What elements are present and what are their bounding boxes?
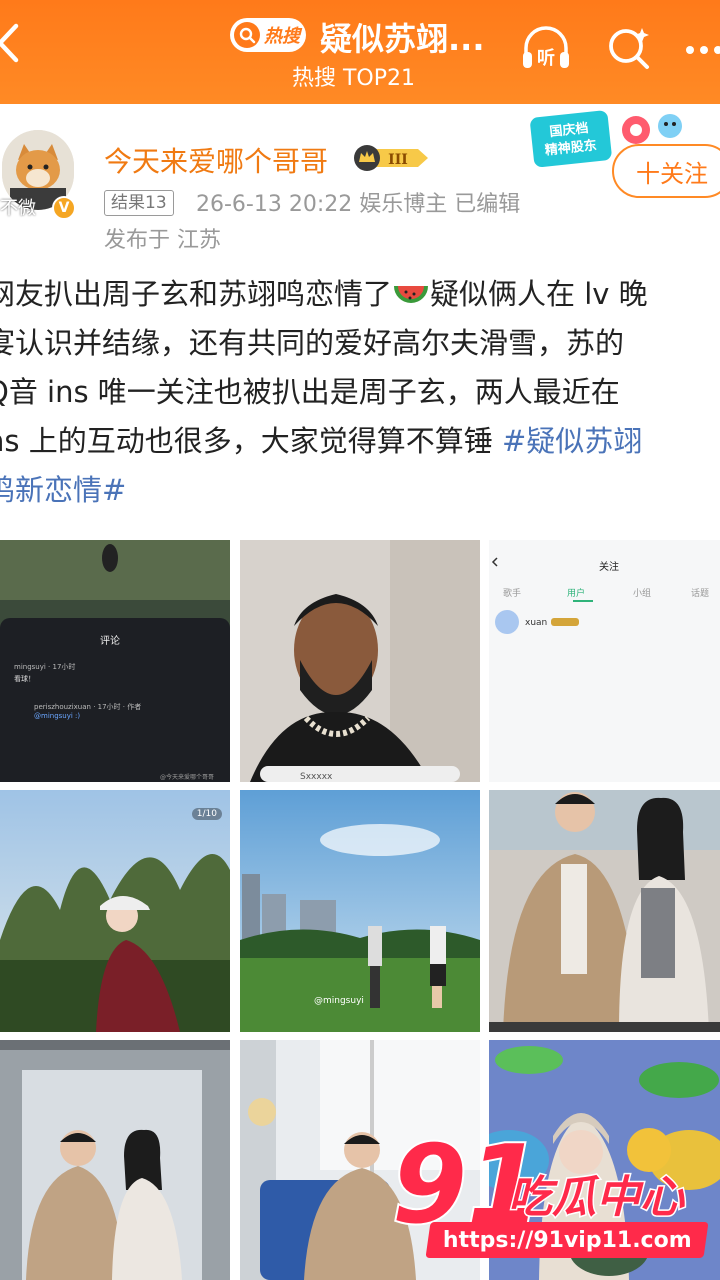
comment-text-1: 看球！: [14, 675, 35, 683]
grid-image-5[interactable]: @mingsuyi: [240, 790, 480, 1032]
hot-search-pill[interactable]: 热搜: [230, 18, 306, 52]
follow-button[interactable]: 十关注: [612, 144, 720, 198]
follow-user-name: xuan: [525, 618, 548, 628]
grid-image-6[interactable]: [489, 790, 720, 1032]
hashtag-link-cont[interactable]: 鸣新恋情#: [0, 473, 126, 507]
avatar-caption: 不微: [0, 198, 36, 219]
back-icon[interactable]: [0, 18, 34, 68]
post-line-2: 宴认识并结缘，还有共同的爱好高尔夫滑雪，苏的: [0, 326, 625, 360]
post-line-4: ns 上的互动也很多，大家觉得算不算锤 #疑似苏翊: [0, 424, 643, 458]
post-text: 网友扒出周子玄和苏翊鸣恋情了 疑似俩人在 lv 晚 宴认识并结缘，还有共同的爱好高…: [0, 270, 720, 515]
hot-label: 热搜: [264, 26, 300, 47]
image-mention-tag: @mingsuyi: [314, 996, 364, 1006]
image-page-indicator: 1/10: [191, 808, 222, 820]
username[interactable]: 今天来爱哪个哥哥: [104, 140, 328, 180]
verified-icon: V: [52, 196, 76, 220]
comment-sheet-title: 评论: [100, 636, 120, 647]
more-icon[interactable]: [684, 20, 720, 76]
listen-icon[interactable]: 听: [518, 20, 574, 76]
post-location: 发布于 江苏: [104, 228, 221, 253]
grid-image-4[interactable]: 1/10: [0, 790, 230, 1032]
level-badge: III: [352, 143, 430, 173]
site-watermark-url: https://91vip11.com: [425, 1222, 709, 1258]
level-text: III: [388, 152, 408, 168]
post-meta: 26-6-13 20:22 娱乐博主 已编辑: [196, 192, 521, 217]
follow-tab-group: 小组: [633, 589, 652, 599]
image-watermark: @今天来爱哪个哥哥: [160, 774, 215, 781]
comment-author-1: mingsuyi · 17小时: [14, 663, 76, 671]
result-tag: 结果13: [104, 190, 174, 216]
grid-image-3[interactable]: 关注 歌手 用户 小组 话题 xuan: [489, 540, 720, 782]
search-ai-icon[interactable]: [602, 20, 658, 76]
hashtag-link[interactable]: #疑似苏翊: [502, 424, 642, 458]
page-title: 疑似苏翊...: [320, 20, 485, 58]
grid-image-7[interactable]: [0, 1040, 230, 1280]
post-line-5: 鸣新恋情#: [0, 466, 720, 515]
svg-text:听: 听: [537, 47, 555, 69]
grid-image-1[interactable]: 评论 mingsuyi · 17小时 看球！ periszhouzixuan ·…: [0, 540, 230, 782]
follow-list-title: 关注: [599, 562, 619, 573]
follow-tab-singer: 歌手: [503, 589, 522, 599]
follow-tab-topic: 话题: [691, 589, 710, 599]
post-line-1: 网友扒出周子玄和苏翊鸣恋情了 疑似俩人在 lv 晚: [0, 277, 648, 311]
watermelon-icon: [394, 285, 429, 303]
post-line-3: Q音 ins 唯一关注也被扒出是周子玄，两人最近在: [0, 375, 620, 409]
image-tag: Sxxxxx: [300, 772, 333, 782]
comment-author-2: periszhouzixuan · 17小时 · 作者: [34, 703, 142, 711]
top-bar: 热搜 疑似苏翊... 热搜 TOP21 听: [0, 0, 720, 104]
search-icon: [234, 22, 260, 48]
page-subtitle: 热搜 TOP21: [292, 66, 416, 91]
grid-image-2[interactable]: Sxxxxx: [240, 540, 480, 782]
follow-tab-user: 用户: [567, 589, 586, 599]
comment-text-2: @mingsuyi :): [34, 712, 81, 720]
svg-text:吃瓜中心: 吃瓜中心: [508, 1172, 686, 1223]
